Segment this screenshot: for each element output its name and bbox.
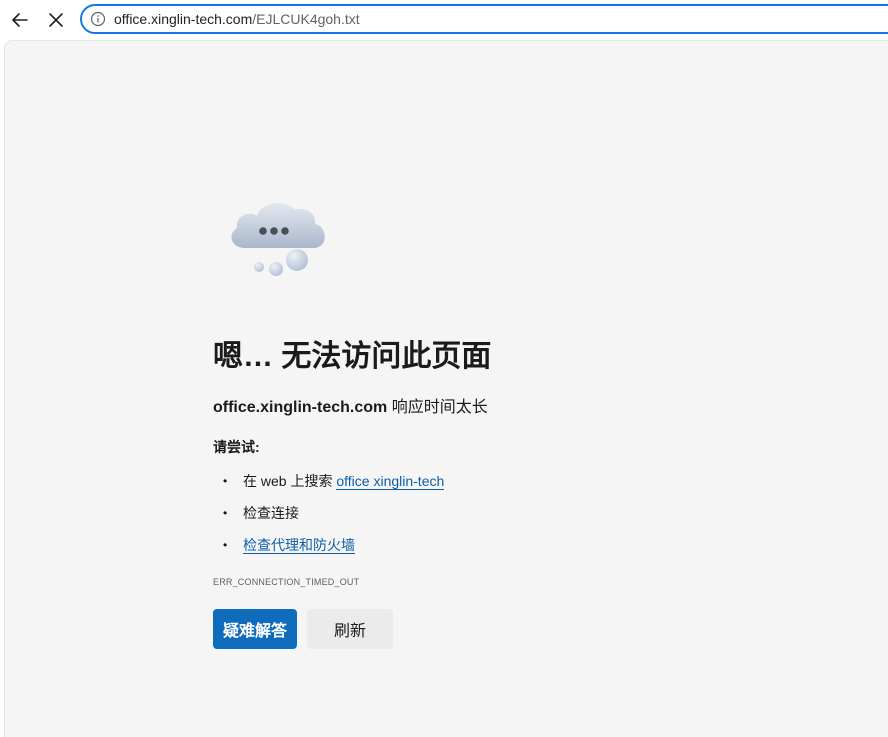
troubleshoot-button[interactable]: 疑难解答 bbox=[213, 609, 297, 649]
cloud-ellipsis-icon bbox=[231, 202, 325, 276]
error-page: 嗯… 无法访问此页面 office.xinglin-tech.com 响应时间太… bbox=[4, 40, 888, 737]
browser-toolbar: office.xinglin-tech.com/EJLCUK4goh.txt bbox=[0, 0, 888, 40]
stop-loading-button[interactable] bbox=[40, 4, 72, 36]
try-label: 请尝试: bbox=[213, 439, 260, 455]
suggestion-list: 在 web 上搜索 office xinglin-tech 检查连接 检查代理和… bbox=[213, 469, 445, 565]
url-host: office.xinglin-tech.com bbox=[114, 11, 253, 27]
error-code: ERR_CONNECTION_TIMED_OUT bbox=[213, 577, 360, 587]
back-button[interactable] bbox=[4, 4, 36, 36]
close-icon bbox=[49, 13, 63, 27]
error-message: office.xinglin-tech.com 响应时间太长 bbox=[213, 393, 488, 417]
suggestion-check-proxy: 检查代理和防火墙 bbox=[213, 533, 444, 565]
suggestion-search: 在 web 上搜索 office xinglin-tech bbox=[213, 469, 445, 501]
suggestion-check-connection: 检查连接 bbox=[213, 501, 444, 533]
url-path: /EJLCUK4goh.txt bbox=[252, 11, 360, 27]
suggestion-search-prefix: 在 web 上搜索 bbox=[243, 473, 337, 489]
search-link[interactable]: office xinglin-tech bbox=[336, 473, 445, 490]
info-icon[interactable] bbox=[90, 11, 106, 27]
error-host: office.xinglin-tech.com bbox=[213, 399, 388, 416]
arrow-left-icon bbox=[12, 13, 28, 27]
error-description: 响应时间太长 bbox=[387, 399, 488, 416]
refresh-button[interactable]: 刷新 bbox=[307, 609, 393, 649]
page-title: 嗯… 无法访问此页面 bbox=[213, 340, 492, 373]
url-text[interactable]: office.xinglin-tech.com/EJLCUK4goh.txt bbox=[114, 11, 360, 27]
address-bar[interactable]: office.xinglin-tech.com/EJLCUK4goh.txt bbox=[80, 4, 888, 34]
check-proxy-link[interactable]: 检查代理和防火墙 bbox=[243, 537, 355, 554]
check-connection-text: 检查连接 bbox=[243, 505, 299, 521]
